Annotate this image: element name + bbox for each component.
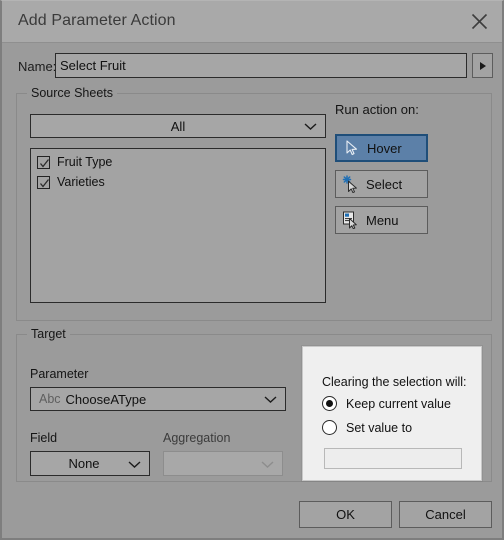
parameter-type-prefix: Abc	[39, 392, 61, 406]
select-cursor-icon	[336, 175, 366, 193]
run-action-menu-button[interactable]: Menu	[335, 206, 428, 234]
radio-keep-current-value[interactable]: Keep current value	[322, 396, 451, 411]
aggregation-dropdown	[163, 451, 283, 476]
radio-keep-current-value-label: Keep current value	[346, 396, 451, 411]
radio-set-value-to-label: Set value to	[346, 420, 413, 435]
checkbox-checked-icon[interactable]	[37, 175, 50, 189]
name-input[interactable]	[55, 53, 467, 78]
hover-cursor-icon	[337, 140, 367, 156]
clearing-selection-title: Clearing the selection will:	[322, 375, 467, 389]
chevron-down-icon	[304, 119, 317, 134]
set-value-input[interactable]	[324, 448, 462, 469]
list-item[interactable]: Fruit Type	[37, 153, 325, 171]
triangle-right-icon	[479, 61, 486, 70]
radio-set-value-to[interactable]: Set value to	[322, 420, 412, 435]
run-action-hover-button[interactable]: Hover	[335, 134, 428, 162]
source-sheets-listbox[interactable]: Fruit Type Varieties	[30, 148, 326, 303]
list-item-label: Varieties	[57, 175, 105, 189]
add-parameter-action-dialog: Add Parameter Action Name: Source Sheets…	[0, 0, 504, 540]
chevron-down-icon	[128, 456, 141, 471]
name-dropdown-button[interactable]	[472, 53, 493, 78]
parameter-dropdown-value: ChooseAType	[65, 391, 147, 407]
run-action-select-label: Select	[366, 176, 403, 192]
source-sheets-dropdown[interactable]: All	[30, 114, 326, 138]
radio-selected-icon[interactable]	[322, 396, 337, 411]
parameter-label: Parameter	[30, 367, 89, 381]
run-action-hover-label: Hover	[367, 140, 402, 156]
name-label: Name:	[18, 59, 57, 74]
close-icon[interactable]	[457, 1, 502, 42]
target-legend: Target	[27, 327, 70, 341]
list-item-label: Fruit Type	[57, 155, 113, 169]
run-action-select-button[interactable]: Select	[335, 170, 428, 198]
parameter-dropdown[interactable]: Abc ChooseAType	[30, 387, 286, 411]
ok-button[interactable]: OK	[299, 501, 392, 528]
source-sheets-dropdown-value: All	[170, 118, 186, 134]
clearing-selection-panel: Clearing the selection will: Keep curren…	[302, 346, 482, 481]
cancel-button[interactable]: Cancel	[399, 501, 492, 528]
radio-unselected-icon[interactable]	[322, 420, 337, 435]
source-sheets-legend: Source Sheets	[27, 86, 117, 100]
title-bar: Add Parameter Action	[2, 1, 502, 43]
checkbox-checked-icon[interactable]	[37, 155, 50, 169]
name-row: Name:	[2, 53, 502, 83]
aggregation-label: Aggregation	[163, 431, 231, 445]
field-label: Field	[30, 431, 58, 445]
menu-cursor-icon	[336, 211, 366, 229]
chevron-down-icon	[261, 456, 274, 471]
list-item[interactable]: Varieties	[37, 173, 325, 191]
field-dropdown[interactable]: None	[30, 451, 150, 476]
run-action-menu-label: Menu	[366, 212, 399, 228]
page-title: Add Parameter Action	[18, 12, 176, 29]
run-action-on-label: Run action on:	[335, 102, 419, 117]
chevron-down-icon	[264, 392, 277, 407]
